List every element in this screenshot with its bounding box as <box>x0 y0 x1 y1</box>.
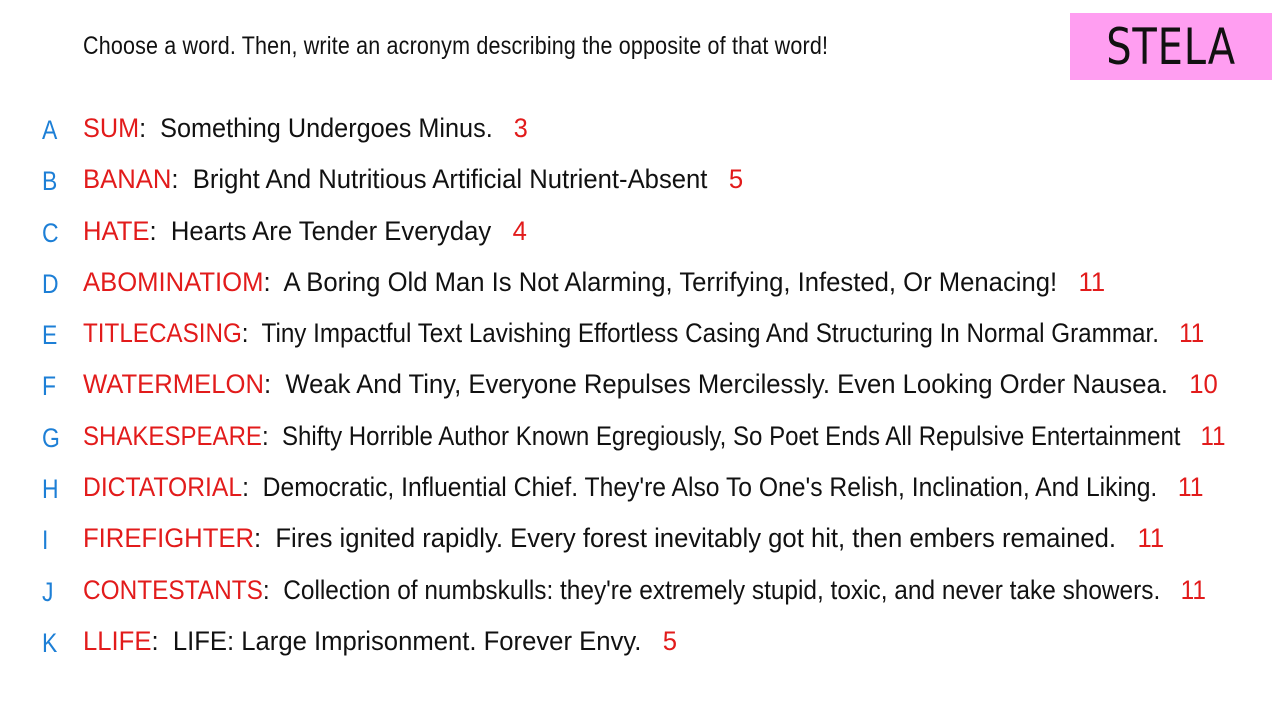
entry-row: D ABOMINATIOM: A Boring Old Man Is Not Al… <box>0 259 1280 310</box>
entry-score: 11 <box>1179 318 1205 349</box>
entry-row: F WATERMELON: Weak And Tiny, Everyone Rep… <box>0 361 1280 412</box>
prompt-text: Choose a word. Then, write an acronym de… <box>83 32 829 60</box>
entry-word: DICTATORIAL <box>83 472 243 503</box>
entry-word: TITLECASING <box>83 318 242 349</box>
entry-content: SUM: Something Undergoes Minus. 3 <box>83 113 528 144</box>
entry-separator: : <box>254 523 276 554</box>
entry-letter: F <box>42 371 57 402</box>
entry-letter: H <box>42 474 59 505</box>
entry-row: J CONTESTANTS: Collection of numbskulls: … <box>0 567 1280 618</box>
entry-acronym: Something Undergoes Minus. <box>160 113 493 143</box>
entry-acronym: Shifty Horrible Author Known Egregiously… <box>281 420 1181 451</box>
entry-acronym: Bright And Nutritious Artificial Nutrien… <box>192 164 708 195</box>
entry-content: SHAKESPEARE: Shifty Horrible Author Know… <box>83 421 1225 452</box>
entry-row: E TITLECASING: Tiny Impactful Text Lavish… <box>0 310 1280 361</box>
entry-word: BANAN <box>83 164 172 195</box>
entry-score: 11 <box>1078 266 1106 297</box>
entry-word: SHAKESPEARE <box>83 420 262 451</box>
entry-separator: : <box>263 369 286 400</box>
entry-acronym: Fires ignited rapidly. Every forest inev… <box>275 523 1117 554</box>
entry-separator: : <box>151 625 173 656</box>
entry-separator: : <box>241 318 262 349</box>
entry-word: LLIFE <box>83 625 152 656</box>
entry-row: B BANAN: Bright And Nutritious Artificial… <box>0 156 1280 207</box>
entry-separator: : <box>149 215 171 246</box>
name-badge: STELA <box>1070 13 1272 80</box>
entry-acronym: Weak And Tiny, Everyone Repulses Mercile… <box>285 369 1168 400</box>
entry-row: K LLIFE: LIFE: Large Imprisonment. Foreve… <box>0 618 1280 669</box>
entry-content: ABOMINATIOM: A Boring Old Man Is Not Ala… <box>83 267 1105 298</box>
entry-letter: A <box>42 115 58 145</box>
entry-row: C HATE: Hearts Are Tender Everyday 4 <box>0 208 1280 259</box>
entry-acronym: Hearts Are Tender Everyday <box>170 215 492 246</box>
entry-word: FIREFIGHTER <box>83 523 254 554</box>
entry-score: 11 <box>1137 523 1165 554</box>
entry-separator: : <box>139 113 161 143</box>
entry-row: G SHAKESPEARE: Shifty Horrible Author Kno… <box>0 413 1280 464</box>
entry-score: 11 <box>1180 574 1206 605</box>
entry-word: CONTESTANTS <box>83 574 263 605</box>
entry-score: 5 <box>728 164 744 195</box>
entry-score: 3 <box>513 113 528 143</box>
entry-letter: J <box>42 576 54 607</box>
entry-score: 11 <box>1177 472 1204 503</box>
entry-separator: : <box>261 420 282 451</box>
entry-content: HATE: Hearts Are Tender Everyday 4 <box>83 216 527 247</box>
entry-word: SUM <box>83 113 140 143</box>
entry-row: I FIREFIGHTER: Fires ignited rapidly. Eve… <box>0 515 1280 566</box>
entry-content: LLIFE: LIFE: Large Imprisonment. Forever… <box>83 626 677 657</box>
entry-row: H DICTATORIAL: Democratic, Influential Ch… <box>0 464 1280 515</box>
entry-score: 10 <box>1189 369 1218 400</box>
entry-letter: I <box>42 525 49 556</box>
entry-word: HATE <box>83 215 150 246</box>
entry-content: WATERMELON: Weak And Tiny, Everyone Repu… <box>83 369 1218 400</box>
entry-word: ABOMINATIOM <box>83 266 264 297</box>
entry-word: WATERMELON <box>83 369 264 400</box>
entry-separator: : <box>171 164 193 195</box>
entry-acronym: A Boring Old Man Is Not Alarming, Terrif… <box>283 266 1058 297</box>
entry-content: CONTESTANTS: Collection of numbskulls: t… <box>83 575 1206 606</box>
entry-letter: B <box>42 166 58 197</box>
badge-label: STELA <box>1106 17 1236 76</box>
entry-score: 4 <box>512 215 527 246</box>
entry-separator: : <box>262 574 284 605</box>
entry-content: DICTATORIAL: Democratic, Influential Chi… <box>83 472 1203 503</box>
entry-separator: : <box>263 266 284 297</box>
entry-acronym: Democratic, Influential Chief. They're A… <box>262 472 1158 503</box>
entry-letter: G <box>42 422 60 453</box>
entry-row: A SUM: Something Undergoes Minus. 3 <box>0 105 1280 156</box>
entry-content: TITLECASING: Tiny Impactful Text Lavishi… <box>83 318 1204 349</box>
entry-content: FIREFIGHTER: Fires ignited rapidly. Ever… <box>83 523 1164 554</box>
entry-list: A SUM: Something Undergoes Minus. 3 B BANAN… <box>0 105 1280 669</box>
entry-acronym: Collection of numbskulls: they're extrem… <box>283 574 1161 605</box>
entry-letter: E <box>42 320 58 351</box>
entry-acronym: Tiny Impactful Text Lavishing Effortless… <box>261 318 1159 349</box>
entry-letter: K <box>42 627 58 658</box>
entry-content: BANAN: Bright And Nutritious Artificial … <box>83 164 743 195</box>
entry-score: 5 <box>662 625 678 656</box>
entry-letter: C <box>42 217 59 248</box>
entry-acronym: LIFE: Large Imprisonment. Forever Envy. <box>172 625 642 656</box>
entry-letter: D <box>42 268 59 299</box>
entry-score: 11 <box>1200 420 1226 451</box>
entry-separator: : <box>242 472 263 503</box>
